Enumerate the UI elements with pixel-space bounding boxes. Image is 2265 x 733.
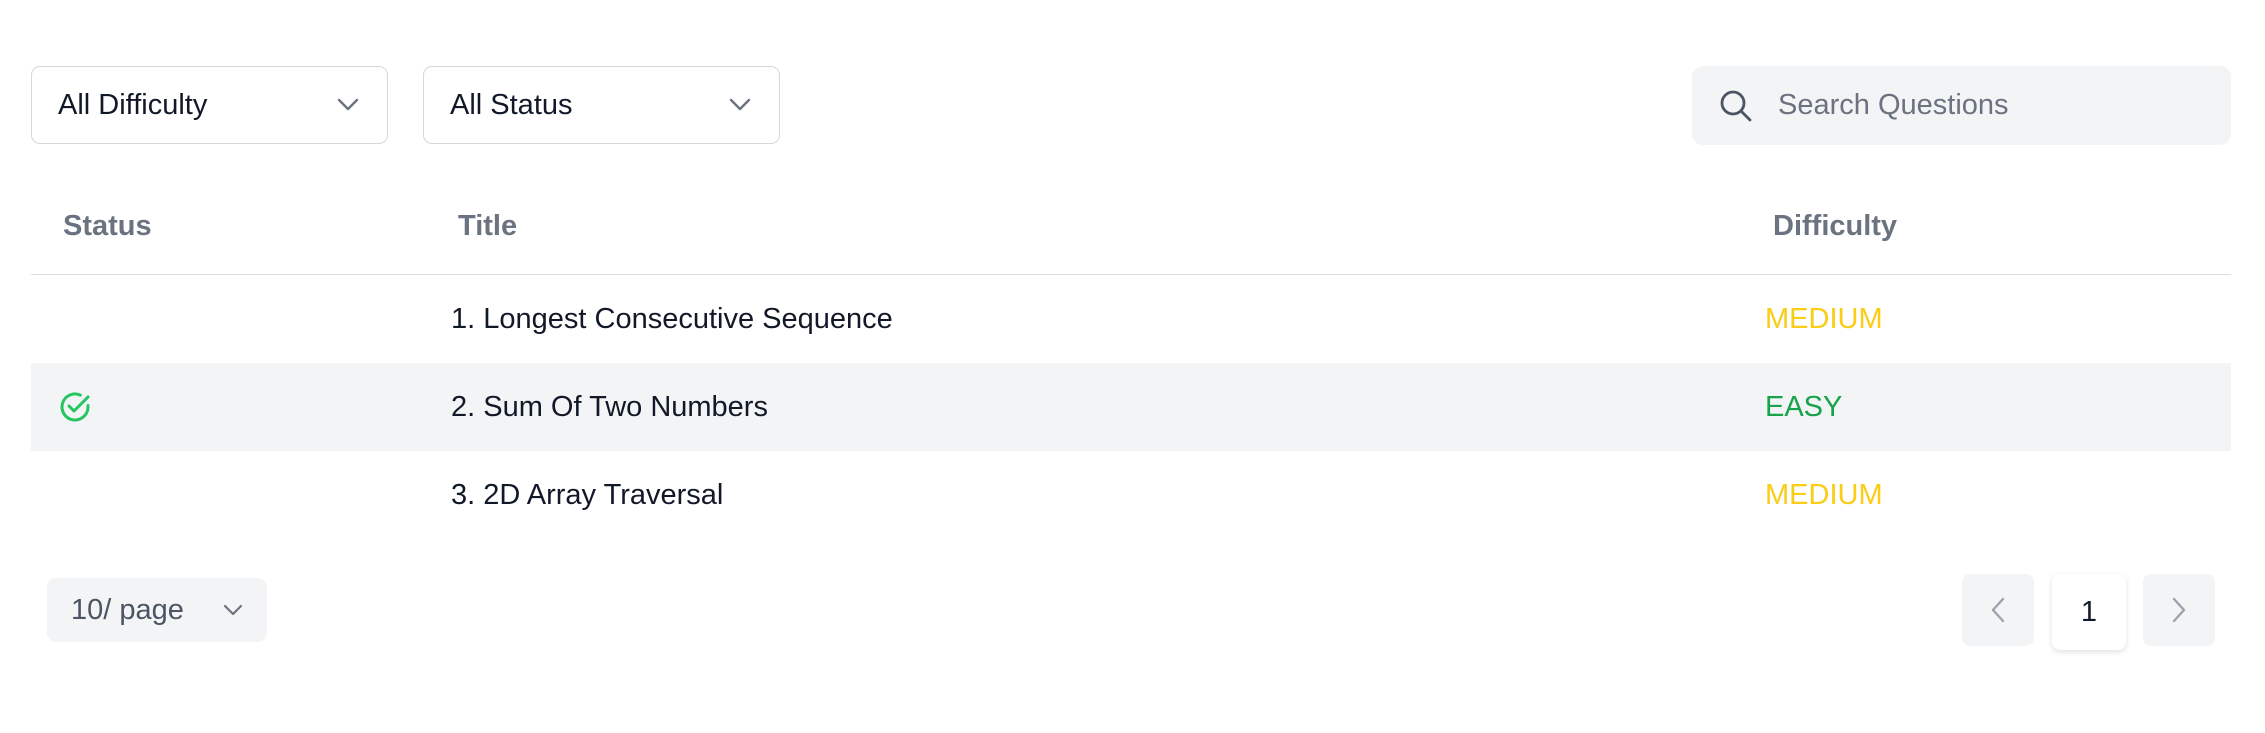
column-header-title: Title (458, 210, 518, 242)
search-input[interactable] (1776, 88, 2200, 123)
page-size-label: 10/ page (71, 593, 184, 626)
table-row[interactable]: 3. 2D Array Traversal MEDIUM (31, 451, 2231, 539)
chevron-down-icon (727, 92, 753, 118)
search-icon (1716, 86, 1756, 126)
question-title-link[interactable]: 2. Sum Of Two Numbers (451, 363, 768, 451)
chevron-right-icon (2172, 597, 2186, 623)
search-box (1692, 66, 2231, 145)
chevron-down-icon (223, 604, 243, 617)
difficulty-badge: EASY (1765, 390, 1843, 423)
question-list-page: All Difficulty All Status Status Title D… (0, 0, 2265, 733)
table-row[interactable]: 2. Sum Of Two Numbers EASY (31, 363, 2231, 451)
chevron-down-icon (335, 92, 361, 118)
page-number-button[interactable]: 1 (2052, 574, 2126, 650)
status-filter-label: All Status (450, 88, 573, 121)
question-title-link[interactable]: 1. Longest Consecutive Sequence (451, 275, 893, 363)
question-title-link[interactable]: 3. 2D Array Traversal (451, 451, 723, 539)
status-filter-select[interactable]: All Status (423, 66, 780, 144)
difficulty-badge: MEDIUM (1765, 302, 1883, 335)
row-status-cell (57, 363, 93, 451)
page-size-select[interactable]: 10/ page (47, 578, 267, 642)
check-circle-icon (57, 389, 93, 425)
next-page-button[interactable] (2143, 574, 2215, 646)
difficulty-filter-label: All Difficulty (58, 88, 208, 121)
column-header-status: Status (63, 210, 152, 242)
difficulty-badge: MEDIUM (1765, 478, 1883, 511)
column-header-difficulty: Difficulty (1773, 210, 1898, 242)
previous-page-button[interactable] (1962, 574, 2034, 646)
table-row[interactable]: 1. Longest Consecutive Sequence MEDIUM (31, 275, 2231, 363)
chevron-left-icon (1991, 597, 2005, 623)
difficulty-filter-select[interactable]: All Difficulty (31, 66, 388, 144)
questions-table: Status Title Difficulty 1. Longest Conse… (31, 180, 2231, 539)
table-header: Status Title Difficulty (31, 180, 2231, 275)
